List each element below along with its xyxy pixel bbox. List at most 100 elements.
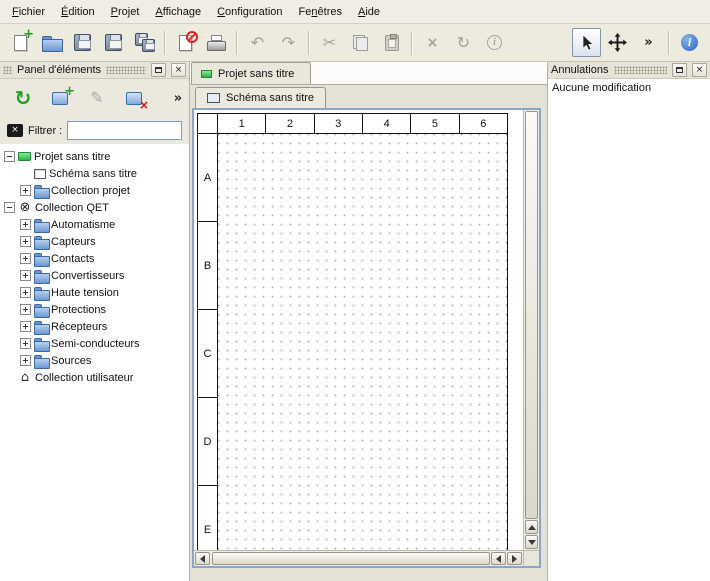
paste-button[interactable] xyxy=(377,28,406,57)
grid-paper[interactable] xyxy=(218,134,507,550)
menu-item-aide[interactable]: Aide xyxy=(351,2,387,22)
horizontal-scrollbar-thumb[interactable] xyxy=(212,552,490,565)
expand-icon[interactable] xyxy=(20,253,31,264)
tree-item-collection-projet[interactable]: Collection projet xyxy=(0,182,189,199)
expand-icon[interactable] xyxy=(20,185,31,196)
delete-element-button[interactable]: × xyxy=(119,83,149,113)
redo-button[interactable]: ↷ xyxy=(274,28,303,57)
close-panel-button[interactable]: × xyxy=(692,63,707,77)
reload-collections-button[interactable]: ↻ xyxy=(8,83,38,113)
copy-button[interactable] xyxy=(346,28,375,57)
printer-body xyxy=(207,41,226,51)
save-as-button[interactable]: ✎ xyxy=(99,28,128,57)
expand-icon[interactable] xyxy=(20,287,31,298)
dock-grip[interactable] xyxy=(106,66,146,74)
expand-icon[interactable] xyxy=(20,270,31,281)
tree-item-protections[interactable]: Protections xyxy=(0,301,189,318)
tree-item-projet-sans-titre[interactable]: Projet sans titre xyxy=(0,148,189,165)
menu-item-fenetres[interactable]: Fenêtres xyxy=(292,2,349,22)
selection-mode-button[interactable] xyxy=(572,28,601,57)
scroll-left-button[interactable] xyxy=(195,552,210,565)
delete-button[interactable]: × xyxy=(418,28,447,57)
row-header-c: C xyxy=(198,310,217,398)
expand-icon[interactable] xyxy=(20,355,31,366)
save-button[interactable] xyxy=(68,28,97,57)
diagram-view[interactable]: 123456 ABCDE xyxy=(192,108,541,568)
filter-input[interactable] xyxy=(67,121,182,140)
new-document-icon: + xyxy=(14,35,27,51)
move-icon xyxy=(608,33,627,52)
element-info-button[interactable]: i xyxy=(480,28,509,57)
scroll-down-button[interactable] xyxy=(525,535,538,549)
tree-item-collection-qet[interactable]: ⊗Collection QET xyxy=(0,199,189,216)
tree-item-schema-sans-titre[interactable]: Schéma sans titre xyxy=(0,165,189,182)
tree-item-haute-tension[interactable]: Haute tension xyxy=(0,284,189,301)
cut-button[interactable]: ✂ xyxy=(315,28,344,57)
diagram-canvas[interactable]: 123456 ABCDE xyxy=(194,110,523,550)
close-file-button[interactable] xyxy=(171,28,200,57)
pan-mode-button[interactable] xyxy=(603,28,632,57)
dock-grip[interactable] xyxy=(614,66,668,74)
vertical-scrollbar-thumb[interactable] xyxy=(525,111,538,519)
folder-icon xyxy=(34,355,48,367)
menu-item-edition[interactable]: Édition xyxy=(54,2,102,22)
open-project-button[interactable] xyxy=(37,28,66,57)
menu-item-affichage[interactable]: Affichage xyxy=(148,2,208,22)
float-panel-button[interactable] xyxy=(672,63,687,77)
tree-item-sources[interactable]: Sources xyxy=(0,352,189,369)
expand-icon[interactable] xyxy=(20,304,31,315)
tree-item-label: Convertisseurs xyxy=(51,270,124,282)
expand-icon[interactable] xyxy=(20,236,31,247)
new-element-button[interactable]: + xyxy=(45,83,75,113)
folder-icon xyxy=(34,287,48,299)
tree-item-contacts[interactable]: Contacts xyxy=(0,250,189,267)
close-panel-button[interactable]: × xyxy=(171,63,186,77)
collapse-icon[interactable] xyxy=(4,202,15,213)
elements-panel-titlebar[interactable]: Panel d'éléments × xyxy=(0,62,189,79)
dock-grip[interactable] xyxy=(3,66,12,74)
tree-item-recepteurs[interactable]: Récepteurs xyxy=(0,318,189,335)
undo-list[interactable]: Aucune modification xyxy=(548,79,710,581)
toolbar-overflow-button[interactable]: » xyxy=(634,28,663,57)
floppy-icon xyxy=(142,39,155,52)
scroll-left-button-2[interactable] xyxy=(491,552,506,565)
schema-body: ABCDE xyxy=(198,134,507,550)
panel-overflow-button[interactable]: » xyxy=(163,83,193,113)
clear-filter-icon[interactable]: × xyxy=(7,124,23,137)
column-header-6: 6 xyxy=(460,114,507,133)
print-button[interactable] xyxy=(202,28,231,57)
expand-icon[interactable] xyxy=(20,219,31,230)
about-button[interactable]: i xyxy=(675,28,704,57)
tree-item-automatisme[interactable]: Automatisme xyxy=(0,216,189,233)
element-tree[interactable]: Projet sans titreSchéma sans titreCollec… xyxy=(0,144,189,581)
horizontal-scrollbar[interactable] xyxy=(194,550,523,566)
folder-icon xyxy=(34,338,48,350)
undo-panel-titlebar[interactable]: Annulations × xyxy=(548,62,710,79)
menu-item-configuration[interactable]: Configuration xyxy=(210,2,289,22)
save-all-button[interactable] xyxy=(130,28,159,57)
project-tab[interactable]: Projet sans titre xyxy=(191,62,311,84)
tree-item-convertisseurs[interactable]: Convertisseurs xyxy=(0,267,189,284)
vertical-scrollbar[interactable] xyxy=(523,110,539,550)
edit-element-button[interactable]: ✎ xyxy=(82,83,112,113)
collapse-icon[interactable] xyxy=(4,151,15,162)
tree-item-semi-conducteurs[interactable]: Semi-conducteurs xyxy=(0,335,189,352)
float-panel-button[interactable] xyxy=(151,63,166,77)
expand-icon[interactable] xyxy=(20,338,31,349)
redo-icon: ↷ xyxy=(282,35,295,51)
tree-item-capteurs[interactable]: Capteurs xyxy=(0,233,189,250)
rotate-button[interactable]: ↻ xyxy=(449,28,478,57)
main-area: Panel d'éléments × ↻ + ✎ × » × Filtrer :… xyxy=(0,62,710,581)
schema-tab[interactable]: Schéma sans titre xyxy=(195,87,326,108)
save-as-icon: ✎ xyxy=(105,34,122,51)
undo-button[interactable]: ↶ xyxy=(243,28,272,57)
tree-item-collection-utilisateur[interactable]: ⌂Collection utilisateur xyxy=(0,369,189,386)
scroll-up-button[interactable] xyxy=(525,520,538,534)
menu-item-fichier[interactable]: Fichier xyxy=(5,2,52,22)
save-all-icon xyxy=(135,33,155,52)
scroll-right-button[interactable] xyxy=(507,552,522,565)
expand-icon[interactable] xyxy=(20,321,31,332)
new-project-button[interactable]: + xyxy=(6,28,35,57)
menu-item-projet[interactable]: Projet xyxy=(104,2,147,22)
cursor-icon xyxy=(578,34,595,51)
